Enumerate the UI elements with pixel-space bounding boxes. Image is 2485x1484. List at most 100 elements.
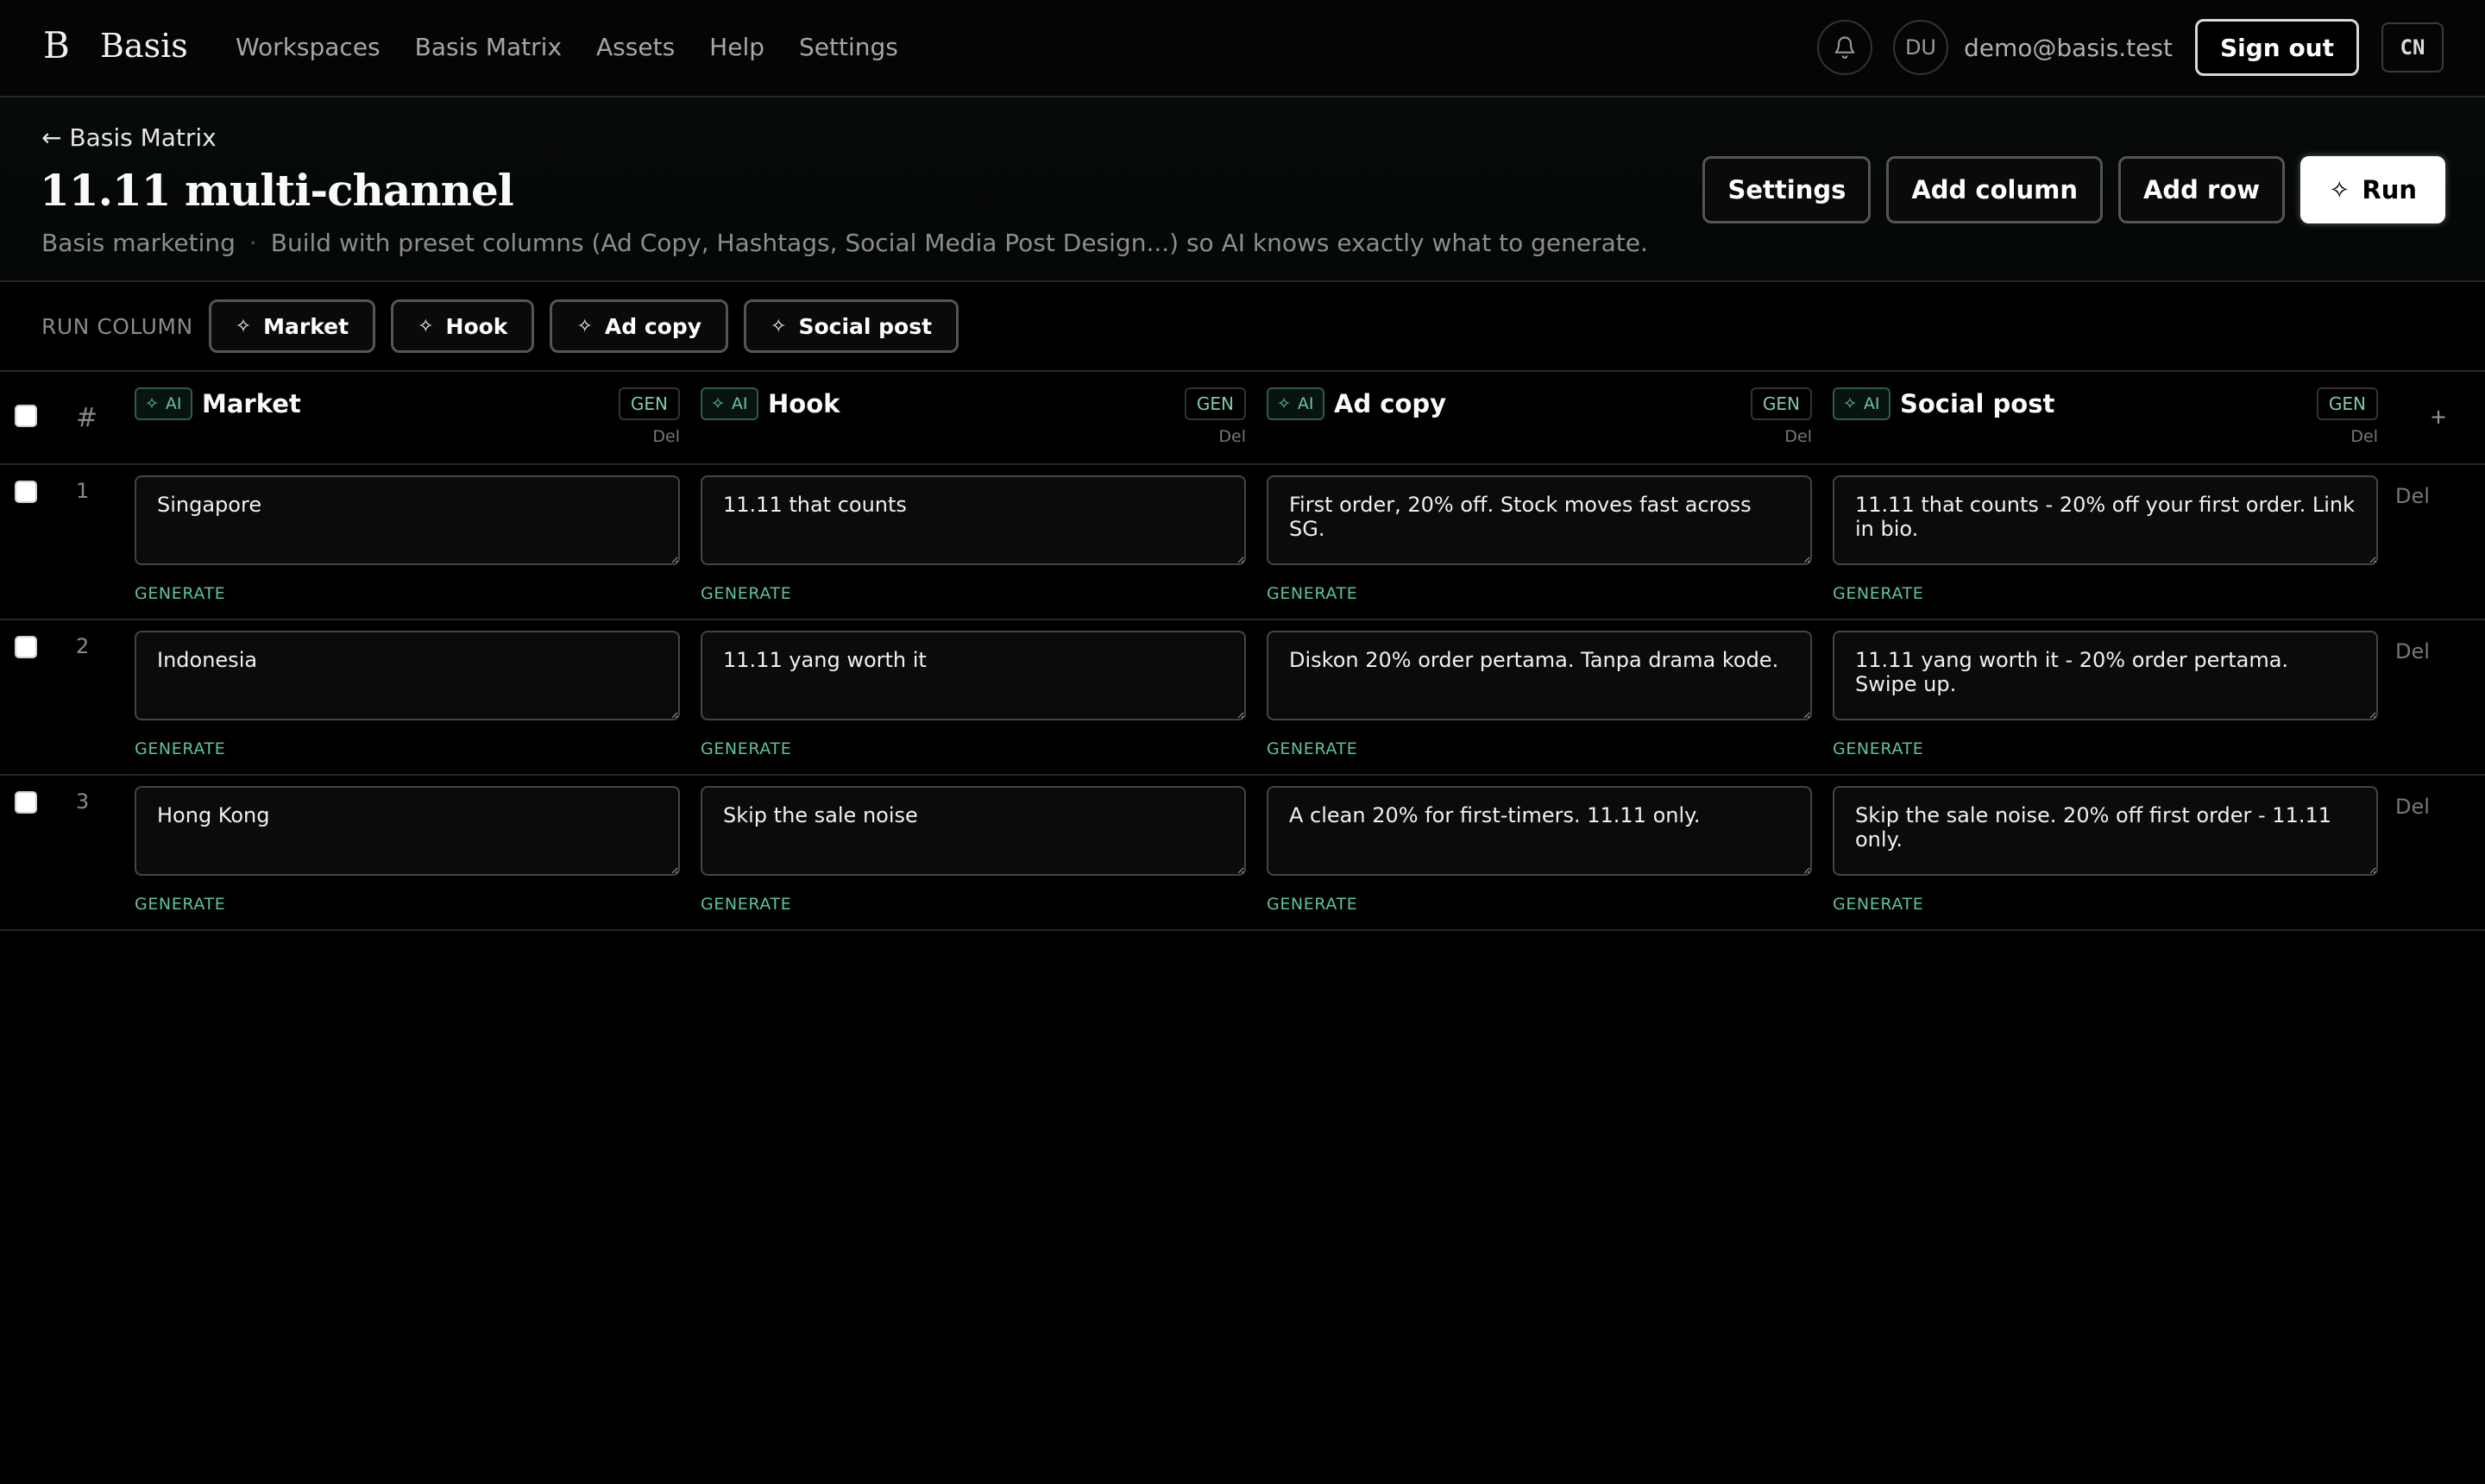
cell-textarea[interactable]: 11.11 that counts - 20% off your first o…: [1833, 475, 2378, 565]
row-checkbox[interactable]: [15, 481, 37, 503]
nav-basis-matrix[interactable]: Basis Matrix: [415, 33, 562, 61]
run-label: Run: [2362, 175, 2417, 204]
bell-icon: [1834, 36, 1855, 59]
cell-textarea[interactable]: Hong Kong: [135, 786, 680, 876]
table-header: # ✧ AI Market GEN Del ✧ AI Hook GEN Del ✧ A…: [0, 372, 2485, 465]
run-column-market-button[interactable]: ✧ Market: [208, 299, 376, 353]
run-column-ad-copy-button[interactable]: ✧ Ad copy: [550, 299, 729, 353]
workspace-name: Basis marketing: [41, 229, 236, 257]
ai-badge: ✧ AI: [1833, 387, 1890, 420]
row-checkbox[interactable]: [15, 636, 37, 658]
user-area: DU demo@basis.test Sign out CN: [1816, 19, 2444, 76]
generate-link[interactable]: GENERATE: [1833, 739, 2378, 758]
cell-textarea[interactable]: Indonesia: [135, 631, 680, 720]
column-delete-button[interactable]: Del: [2350, 427, 2378, 446]
chip-label: Social post: [798, 313, 933, 339]
generate-link[interactable]: GENERATE: [135, 584, 680, 603]
table-row: 1 Singapore GENERATE 11.11 that counts G…: [0, 465, 2485, 620]
cell-ad-copy: Diskon 20% order pertama. Tanpa drama ko…: [1267, 631, 1812, 758]
page-header: ← Basis Matrix 11.11 multi-channel Basis…: [0, 97, 2485, 282]
add-row-button[interactable]: Add row: [2117, 156, 2286, 223]
sparkle-icon: ✧: [145, 394, 159, 413]
cell-market: Indonesia GENERATE: [135, 631, 680, 758]
row-delete-button[interactable]: Del: [2395, 639, 2430, 663]
add-column-button[interactable]: Add column: [1886, 156, 2103, 223]
column-name: Ad copy: [1334, 389, 1447, 418]
column-header-market: ✧ AI Market GEN Del: [135, 387, 680, 456]
avatar[interactable]: DU: [1892, 20, 1948, 75]
sparkle-icon: ✧: [711, 394, 725, 413]
column-generate-button[interactable]: GEN: [2316, 387, 2378, 420]
column-delete-button[interactable]: Del: [1784, 427, 1812, 446]
nav-help[interactable]: Help: [709, 33, 764, 61]
cell-ad-copy: A clean 20% for first-timers. 11.11 only…: [1267, 786, 1812, 914]
cell-textarea[interactable]: Diskon 20% order pertama. Tanpa drama ko…: [1267, 631, 1812, 720]
generate-link[interactable]: GENERATE: [701, 739, 1246, 758]
cell-social-post: 11.11 yang worth it - 20% order pertama.…: [1833, 631, 2378, 758]
cell-textarea[interactable]: 11.11 that counts: [701, 475, 1246, 565]
run-column-bar: RUN COLUMN ✧ Market ✧ Hook ✧ Ad copy ✧ S…: [0, 282, 2485, 372]
cell-textarea[interactable]: 11.11 yang worth it - 20% order pertama.…: [1833, 631, 2378, 720]
generate-link[interactable]: GENERATE: [1267, 895, 1812, 914]
cell-textarea[interactable]: Singapore: [135, 475, 680, 565]
run-button[interactable]: ✧ Run: [2300, 156, 2445, 223]
column-generate-button[interactable]: GEN: [1184, 387, 1246, 420]
table-row: 2 Indonesia GENERATE 11.11 yang worth it…: [0, 620, 2485, 776]
cell-social-post: Skip the sale noise. 20% off first order…: [1833, 786, 2378, 914]
cell-market: Singapore GENERATE: [135, 475, 680, 603]
run-column-label: RUN COLUMN: [41, 313, 193, 339]
add-column-plus-button[interactable]: +: [2430, 405, 2447, 429]
row-delete-button[interactable]: Del: [2395, 484, 2430, 508]
nav-assets[interactable]: Assets: [596, 33, 675, 61]
page-description: Build with preset columns (Ad Copy, Hash…: [270, 229, 1648, 257]
cell-textarea[interactable]: A clean 20% for first-timers. 11.11 only…: [1267, 786, 1812, 876]
sparkle-icon: ✧: [576, 315, 593, 337]
nav-workspaces[interactable]: Workspaces: [236, 33, 381, 61]
column-name: Social post: [1900, 389, 2055, 418]
row-number-header: #: [76, 403, 98, 433]
column-header-social-post: ✧ AI Social post GEN Del: [1833, 387, 2378, 456]
run-column-social-post-button[interactable]: ✧ Social post: [744, 299, 959, 353]
column-generate-button[interactable]: GEN: [618, 387, 680, 420]
nav-settings[interactable]: Settings: [799, 33, 898, 61]
sign-out-button[interactable]: Sign out: [2194, 19, 2359, 76]
table-row: 3 Hong Kong GENERATE Skip the sale noise…: [0, 776, 2485, 931]
select-all-checkbox[interactable]: [15, 405, 37, 427]
cell-textarea[interactable]: 11.11 yang worth it: [701, 631, 1246, 720]
sparkle-icon: ✧: [2329, 175, 2350, 204]
brand[interactable]: B Basis: [43, 24, 188, 66]
page-title: 11.11 multi-channel: [40, 165, 514, 216]
generate-link[interactable]: GENERATE: [701, 584, 1246, 603]
column-name: Market: [202, 389, 301, 418]
ai-badge: ✧ AI: [1267, 387, 1324, 420]
cell-textarea[interactable]: Skip the sale noise. 20% off first order…: [1833, 786, 2378, 876]
row-checkbox[interactable]: [15, 791, 37, 814]
column-delete-button[interactable]: Del: [1218, 427, 1246, 446]
generate-link[interactable]: GENERATE: [1833, 895, 2378, 914]
sparkle-icon: ✧: [1277, 394, 1291, 413]
generate-link[interactable]: GENERATE: [1833, 584, 2378, 603]
run-column-hook-button[interactable]: ✧ Hook: [391, 299, 535, 353]
generate-link[interactable]: GENERATE: [701, 895, 1246, 914]
generate-link[interactable]: GENERATE: [1267, 739, 1812, 758]
row-number: 3: [76, 789, 90, 814]
back-link[interactable]: ← Basis Matrix: [41, 123, 217, 152]
column-header-hook: ✧ AI Hook GEN Del: [701, 387, 1246, 456]
page-subtitle: Basis marketing · Build with preset colu…: [41, 229, 1648, 257]
generate-link[interactable]: GENERATE: [135, 739, 680, 758]
top-navbar: B Basis Workspaces Basis Matrix Assets H…: [0, 0, 2485, 97]
column-generate-button[interactable]: GEN: [1750, 387, 1812, 420]
ai-badge: ✧ AI: [135, 387, 192, 420]
settings-button[interactable]: Settings: [1702, 156, 1872, 223]
language-toggle-button[interactable]: CN: [2381, 22, 2444, 72]
column-delete-button[interactable]: Del: [652, 427, 680, 446]
cell-social-post: 11.11 that counts - 20% off your first o…: [1833, 475, 2378, 603]
cell-textarea[interactable]: First order, 20% off. Stock moves fast a…: [1267, 475, 1812, 565]
cell-textarea[interactable]: Skip the sale noise: [701, 786, 1246, 876]
generate-link[interactable]: GENERATE: [135, 895, 680, 914]
sparkle-icon: ✧: [235, 315, 252, 337]
notifications-button[interactable]: [1816, 20, 1872, 75]
generate-link[interactable]: GENERATE: [1267, 584, 1812, 603]
row-delete-button[interactable]: Del: [2395, 795, 2430, 819]
subtitle-separator: ·: [248, 229, 257, 257]
